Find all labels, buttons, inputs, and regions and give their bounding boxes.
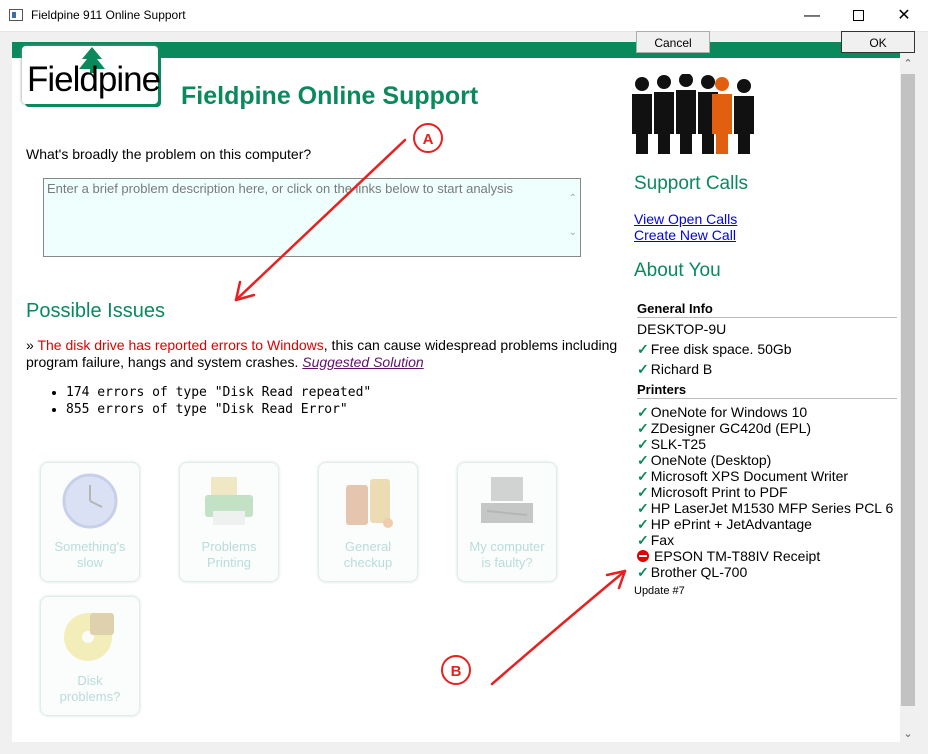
printers-heading: Printers <box>637 382 897 399</box>
update-label: Update #7 <box>634 585 685 597</box>
page-title: Fieldpine Online Support <box>181 82 479 110</box>
list-item-text: HP ePrint + JetAdvantage <box>650 516 812 532</box>
tile-disk-problems[interactable]: Disk problems? <box>40 596 140 716</box>
issue-prefix: » <box>26 337 38 353</box>
support-team-icon <box>632 74 754 154</box>
list-item: 855 errors of type "Disk Read Error" <box>66 401 371 418</box>
list-item: ✓ HP LaserJet M1530 MFP Series PCL 6 <box>637 500 893 517</box>
clock-icon <box>62 473 118 529</box>
maximize-icon <box>852 10 864 21</box>
list-item-text: Fax <box>650 532 675 548</box>
list-item: ✓ HP ePrint + JetAdvantage <box>637 516 812 533</box>
check-icon: ✓ <box>637 516 649 532</box>
list-item-text: Brother QL-700 <box>650 564 748 580</box>
view-open-calls-link[interactable]: View Open Calls <box>634 211 737 227</box>
create-new-call-link[interactable]: Create New Call <box>634 227 736 243</box>
check-icon: ✓ <box>637 500 649 516</box>
tile-problems-printing[interactable]: Problems Printing <box>179 462 279 582</box>
scroll-down-icon[interactable]: ⌄ <box>900 726 916 742</box>
list-item-text: HP LaserJet M1530 MFP Series PCL 6 <box>650 500 894 516</box>
tile-label: Something's slow <box>54 539 126 570</box>
list-item: ✓ Microsoft XPS Document Writer <box>637 468 848 485</box>
list-item-text: ZDesigner GC420d (EPL) <box>650 420 812 436</box>
computer-name: DESKTOP-9U <box>637 321 727 337</box>
general-info-heading: General Info <box>637 301 897 318</box>
window-title: Fieldpine 911 Online Support <box>31 8 186 22</box>
maximize-button[interactable] <box>835 0 881 31</box>
list-item-text: Free disk space. 50Gb <box>650 341 792 357</box>
tile-general-checkup[interactable]: General checkup <box>318 462 418 582</box>
problem-description-input[interactable] <box>44 179 580 256</box>
list-item: ✓ Microsoft Print to PDF <box>637 484 788 501</box>
vitamins-icon <box>346 479 393 528</box>
scroll-thumb[interactable] <box>901 74 915 706</box>
list-item: ✓ OneNote for Windows 10 <box>637 404 807 421</box>
list-item-text: SLK-T25 <box>650 436 706 452</box>
check-icon: ✓ <box>637 484 649 500</box>
check-icon: ✓ <box>637 468 649 484</box>
check-icon: ✓ <box>637 436 649 452</box>
tile-label: Problems Printing <box>201 539 257 570</box>
list-item: ✓ Free disk space. 50Gb <box>637 341 792 358</box>
issue-highlight: The disk drive has reported errors to Wi… <box>37 337 324 353</box>
support-calls-heading: Support Calls <box>634 173 749 194</box>
check-icon: ✓ <box>637 564 649 580</box>
textarea-scroll-up-icon[interactable]: ⌃ <box>569 193 577 204</box>
problem-question: What's broadly the problem on this compu… <box>26 146 312 162</box>
possible-issues-heading: Possible Issues <box>26 300 165 322</box>
scroll-up-icon[interactable]: ⌃ <box>900 56 916 72</box>
issue-bullets: 174 errors of type "Disk Read repeated" … <box>48 384 371 418</box>
list-item: ✓ Fax <box>637 532 674 549</box>
fieldpine-logo: Fieldpine <box>22 46 161 104</box>
check-icon: ✓ <box>637 404 649 420</box>
tile-computer-faulty[interactable]: My computer is faulty? <box>457 462 557 582</box>
printer-icon <box>205 477 253 525</box>
close-button[interactable]: ✕ <box>881 0 927 31</box>
vertical-scrollbar[interactable]: ⌃ ⌄ <box>900 56 916 742</box>
list-item: ✓ SLK-T25 <box>637 436 706 453</box>
check-icon: ✓ <box>637 532 649 548</box>
list-item: ✓ OneNote (Desktop) <box>637 452 771 469</box>
annotation-label-b: B <box>441 655 471 685</box>
tile-label: Disk problems? <box>59 673 121 704</box>
list-item-text: Microsoft Print to PDF <box>650 484 788 500</box>
logo-text: Fieldpine <box>27 60 161 99</box>
about-you-heading: About You <box>634 260 721 281</box>
check-icon: ✓ <box>637 361 649 377</box>
app-icon <box>9 9 23 21</box>
tile-label: My computer is faulty? <box>469 539 545 570</box>
list-item: ✓ Brother QL-700 <box>637 564 747 581</box>
title-bar: Fieldpine 911 Online Support — ✕ <box>0 0 928 32</box>
list-item: EPSON TM-T88IV Receipt <box>637 548 820 564</box>
problem-description-box: ⌃ ⌄ <box>43 178 581 257</box>
list-item: ✓ ZDesigner GC420d (EPL) <box>637 420 811 437</box>
list-item: 174 errors of type "Disk Read repeated" <box>66 384 371 401</box>
list-item-text: OneNote (Desktop) <box>650 452 772 468</box>
issue-description: » The disk drive has reported errors to … <box>26 337 626 371</box>
ok-button[interactable]: OK <box>841 31 915 53</box>
suggested-solution-link[interactable]: Suggested Solution <box>302 354 423 370</box>
cancel-button[interactable]: Cancel <box>636 31 710 53</box>
minimize-button[interactable]: — <box>789 0 835 31</box>
list-item-text: EPSON TM-T88IV Receipt <box>654 548 821 564</box>
main-content: Fieldpine Fieldpine Online Support What'… <box>12 42 900 742</box>
list-item-text: Richard B <box>650 361 713 377</box>
list-item: ✓ Richard B <box>637 361 712 378</box>
tile-something-slow[interactable]: Something's slow <box>40 462 140 582</box>
annotation-label-a: A <box>413 123 443 153</box>
textarea-scroll-down-icon[interactable]: ⌄ <box>569 227 577 238</box>
check-icon: ✓ <box>637 420 649 436</box>
list-item-text: Microsoft XPS Document Writer <box>650 468 849 484</box>
check-icon: ✓ <box>637 452 649 468</box>
disk-icon <box>64 613 114 661</box>
error-icon <box>637 550 649 562</box>
list-item-text: OneNote for Windows 10 <box>650 404 808 420</box>
check-icon: ✓ <box>637 341 649 357</box>
tile-label: General checkup <box>343 539 393 570</box>
broken-computer-icon <box>481 477 533 523</box>
